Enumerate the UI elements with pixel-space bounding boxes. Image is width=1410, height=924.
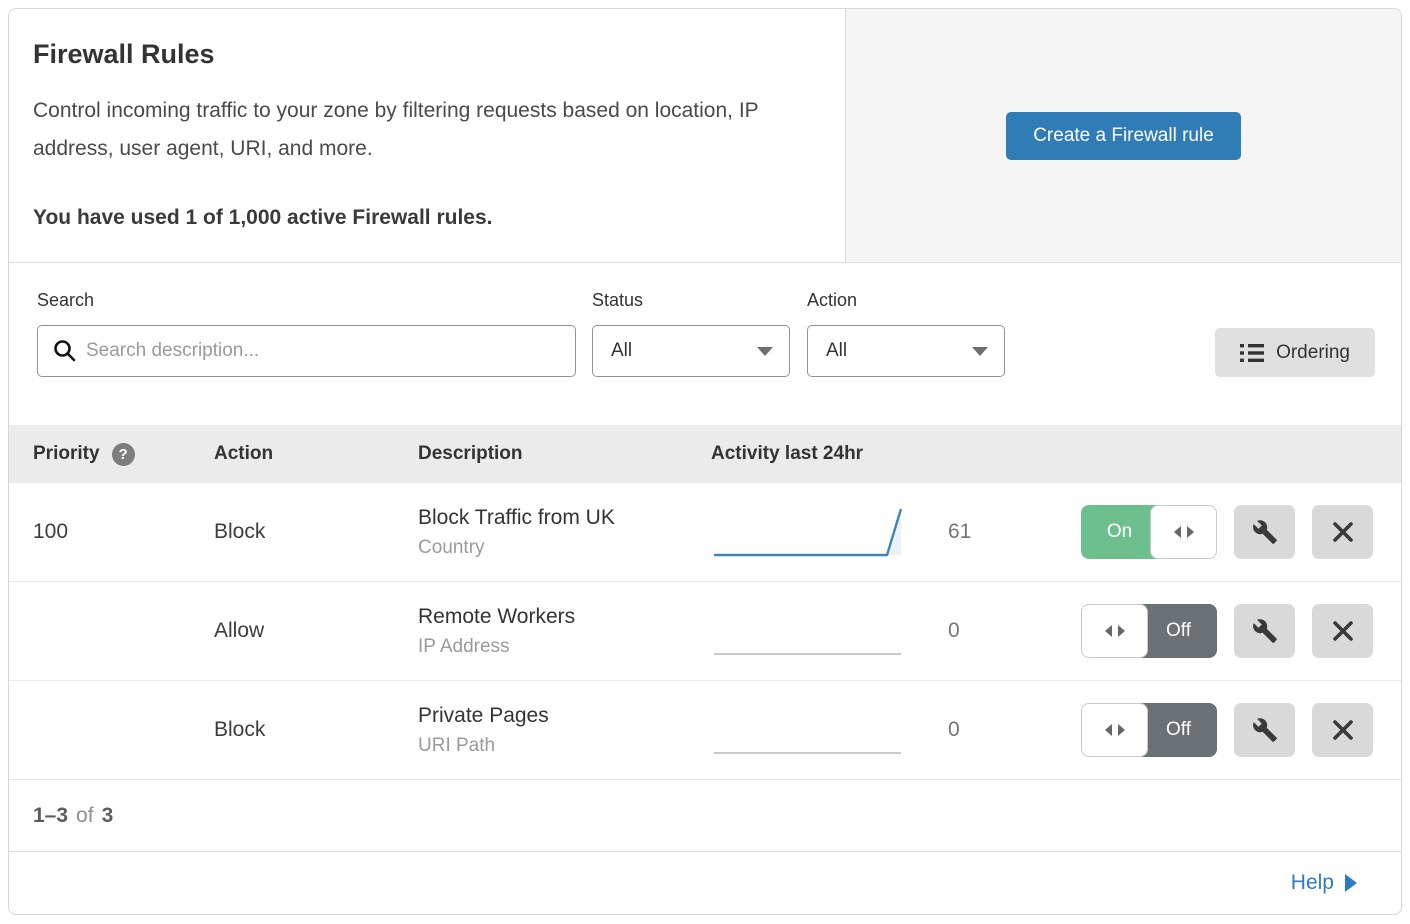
column-action: Action xyxy=(214,443,273,464)
toggle-state-label: Off xyxy=(1140,703,1217,757)
status-selected-value: All xyxy=(611,340,632,362)
rule-match-type: Country xyxy=(418,537,711,559)
rule-priority: 100 xyxy=(33,520,68,544)
toggle-knob xyxy=(1081,703,1148,757)
column-activity: Activity last 24hr xyxy=(711,443,863,465)
rule-enable-toggle[interactable]: Off xyxy=(1081,604,1217,658)
delete-rule-button[interactable] xyxy=(1312,703,1373,757)
rule-match-type: IP Address xyxy=(418,636,711,658)
rule-action: Block xyxy=(214,520,265,543)
help-link[interactable]: Help xyxy=(1291,871,1357,895)
rule-action: Allow xyxy=(214,619,264,642)
rule-enable-toggle[interactable]: On xyxy=(1081,505,1217,559)
header-intro: Firewall Rules Control incoming traffic … xyxy=(9,9,846,262)
toggle-knob xyxy=(1150,505,1217,559)
drag-arrows-icon xyxy=(1172,525,1196,539)
close-icon xyxy=(1332,521,1354,543)
search-label: Search xyxy=(37,290,576,311)
help-row: Help xyxy=(9,852,1401,914)
toggle-state-label: Off xyxy=(1140,604,1217,658)
pagination-total: 3 xyxy=(102,804,114,828)
drag-arrows-icon xyxy=(1103,624,1127,638)
toggle-knob xyxy=(1081,604,1148,658)
status-filter-group: Status All xyxy=(592,290,790,377)
firewall-rules-panel: Firewall Rules Control incoming traffic … xyxy=(8,8,1402,915)
pagination: 1–3 of 3 xyxy=(9,780,1401,852)
wrench-icon xyxy=(1252,519,1278,545)
rule-description: Block Traffic from UK xyxy=(418,506,711,530)
delete-rule-button[interactable] xyxy=(1312,604,1373,658)
priority-help-icon[interactable]: ? xyxy=(112,443,135,466)
header-section: Firewall Rules Control incoming traffic … xyxy=(9,9,1401,263)
pagination-of: of xyxy=(76,804,94,828)
chevron-down-icon xyxy=(972,347,988,356)
rule-action: Block xyxy=(214,718,265,741)
status-select[interactable]: All xyxy=(592,325,790,377)
search-icon xyxy=(53,339,76,367)
table-row: 100 Block Block Traffic from UK Country … xyxy=(9,483,1401,582)
rule-description: Remote Workers xyxy=(418,605,711,629)
pagination-range: 1–3 xyxy=(33,804,68,828)
search-group: Search xyxy=(37,290,576,377)
ordering-button[interactable]: Ordering xyxy=(1215,328,1375,377)
table-row: Block Private Pages URI Path 0 Off xyxy=(9,681,1401,780)
ordering-button-label: Ordering xyxy=(1276,342,1350,364)
chevron-down-icon xyxy=(757,347,773,356)
header-action-panel: Create a Firewall rule xyxy=(846,9,1401,262)
action-filter-group: Action All xyxy=(807,290,1005,377)
rule-match-type: URI Path xyxy=(418,735,711,757)
close-icon xyxy=(1332,620,1354,642)
usage-note: You have used 1 of 1,000 active Firewall… xyxy=(33,206,805,230)
status-label: Status xyxy=(592,290,790,311)
edit-rule-button[interactable] xyxy=(1234,604,1295,658)
table-header-row: Priority ? Action Description Activity l… xyxy=(9,425,1401,483)
activity-sparkline xyxy=(711,601,916,661)
search-input[interactable] xyxy=(37,325,576,377)
close-icon xyxy=(1332,719,1354,741)
arrow-right-icon xyxy=(1345,874,1357,892)
page-description: Control incoming traffic to your zone by… xyxy=(33,92,803,168)
edit-rule-button[interactable] xyxy=(1234,703,1295,757)
rule-description: Private Pages xyxy=(418,704,711,728)
wrench-icon xyxy=(1252,618,1278,644)
column-priority: Priority xyxy=(33,443,100,465)
toggle-state-label: On xyxy=(1081,505,1158,559)
action-label: Action xyxy=(807,290,1005,311)
activity-sparkline xyxy=(711,502,916,562)
activity-count: 0 xyxy=(948,718,960,742)
activity-count: 0 xyxy=(948,619,960,643)
activity-count: 61 xyxy=(948,520,971,544)
page-title: Firewall Rules xyxy=(33,39,805,70)
delete-rule-button[interactable] xyxy=(1312,505,1373,559)
activity-sparkline xyxy=(711,700,916,760)
help-link-label: Help xyxy=(1291,871,1334,895)
wrench-icon xyxy=(1252,717,1278,743)
rule-enable-toggle[interactable]: Off xyxy=(1081,703,1217,757)
create-firewall-rule-button[interactable]: Create a Firewall rule xyxy=(1006,112,1241,160)
table-row: Allow Remote Workers IP Address 0 Off xyxy=(9,582,1401,681)
action-select[interactable]: All xyxy=(807,325,1005,377)
column-description: Description xyxy=(418,443,523,464)
drag-arrows-icon xyxy=(1103,723,1127,737)
list-icon xyxy=(1240,343,1264,363)
edit-rule-button[interactable] xyxy=(1234,505,1295,559)
action-selected-value: All xyxy=(826,340,847,362)
filter-bar: Search Status All Action All xyxy=(9,263,1401,425)
